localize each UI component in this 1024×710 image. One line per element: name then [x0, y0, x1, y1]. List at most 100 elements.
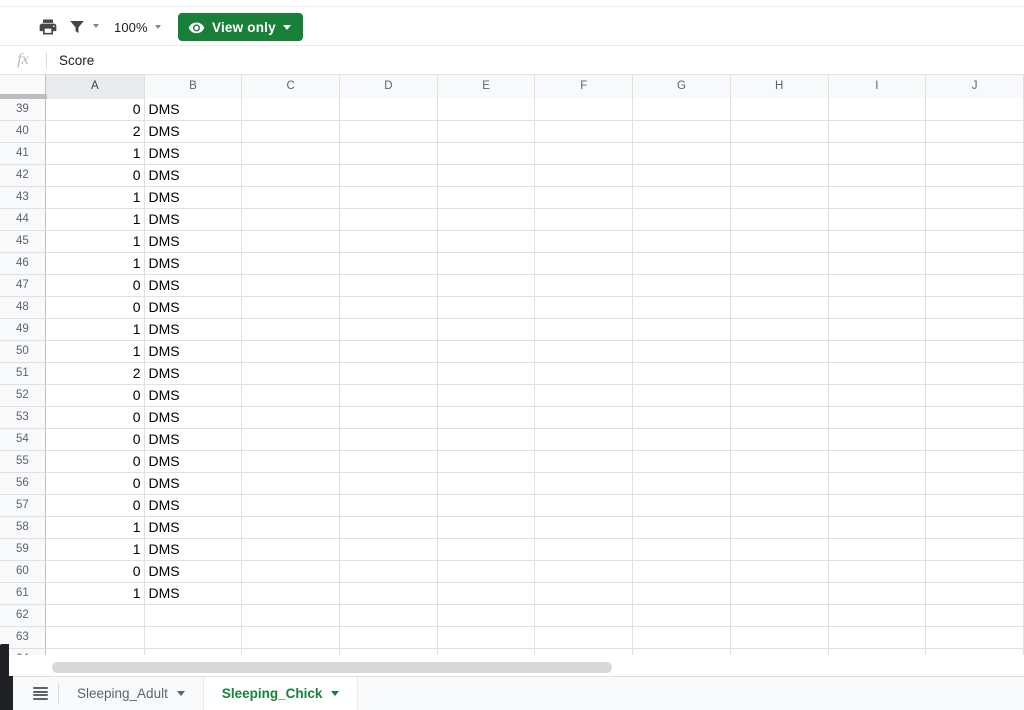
cell-H51[interactable]	[730, 363, 829, 385]
column-header-i[interactable]: I	[828, 75, 927, 99]
cell-F49[interactable]	[535, 319, 634, 341]
cell-E48[interactable]	[437, 297, 536, 319]
cell-E50[interactable]	[437, 341, 536, 363]
cell-E58[interactable]	[437, 517, 536, 539]
cell-B56[interactable]: DMS	[144, 473, 243, 495]
cell-H40[interactable]	[730, 121, 829, 143]
row-header-44[interactable]: 44	[0, 209, 46, 231]
cell-J57[interactable]	[926, 495, 1024, 517]
cell-F52[interactable]	[535, 385, 634, 407]
cell-J47[interactable]	[926, 275, 1024, 297]
cell-J64[interactable]	[926, 649, 1024, 655]
cell-E39[interactable]	[437, 99, 536, 121]
cell-D45[interactable]	[339, 231, 438, 253]
cell-E44[interactable]	[437, 209, 536, 231]
cell-H44[interactable]	[730, 209, 829, 231]
cell-I45[interactable]	[828, 231, 927, 253]
cell-D39[interactable]	[339, 99, 438, 121]
cell-C47[interactable]	[242, 275, 340, 297]
cell-D61[interactable]	[339, 583, 438, 605]
row-header-54[interactable]: 54	[0, 429, 46, 451]
cell-I51[interactable]	[828, 363, 927, 385]
cell-I56[interactable]	[828, 473, 927, 495]
cell-H60[interactable]	[730, 561, 829, 583]
zoom-selector[interactable]: 100%	[108, 13, 168, 41]
cell-D60[interactable]	[339, 561, 438, 583]
cell-D41[interactable]	[339, 143, 438, 165]
cell-J51[interactable]	[926, 363, 1024, 385]
filter-dropdown-caret-icon[interactable]	[89, 17, 103, 35]
cell-J58[interactable]	[926, 517, 1024, 539]
cell-F64[interactable]	[535, 649, 634, 655]
cell-J49[interactable]	[926, 319, 1024, 341]
cell-A57[interactable]: 0	[45, 495, 145, 517]
cell-A54[interactable]: 0	[45, 429, 145, 451]
cell-E47[interactable]	[437, 275, 536, 297]
row-header-49[interactable]: 49	[0, 319, 46, 341]
cell-G42[interactable]	[633, 165, 731, 187]
cell-I61[interactable]	[828, 583, 927, 605]
sheet-tab-sleeping_chick[interactable]: Sleeping_Chick	[203, 677, 359, 710]
cell-B46[interactable]: DMS	[144, 253, 243, 275]
cell-I53[interactable]	[828, 407, 927, 429]
cell-C52[interactable]	[242, 385, 340, 407]
cell-H45[interactable]	[730, 231, 829, 253]
cell-C59[interactable]	[242, 539, 340, 561]
cell-I43[interactable]	[828, 187, 927, 209]
cell-E40[interactable]	[437, 121, 536, 143]
cell-G56[interactable]	[633, 473, 731, 495]
cell-J60[interactable]	[926, 561, 1024, 583]
column-header-f[interactable]: F	[535, 75, 634, 99]
cell-F46[interactable]	[535, 253, 634, 275]
column-header-a[interactable]: A	[45, 75, 145, 99]
cell-H54[interactable]	[730, 429, 829, 451]
cell-B54[interactable]: DMS	[144, 429, 243, 451]
cell-F53[interactable]	[535, 407, 634, 429]
cell-I55[interactable]	[828, 451, 927, 473]
cell-H57[interactable]	[730, 495, 829, 517]
cell-H56[interactable]	[730, 473, 829, 495]
cell-G64[interactable]	[633, 649, 731, 655]
cell-J61[interactable]	[926, 583, 1024, 605]
cell-J59[interactable]	[926, 539, 1024, 561]
cell-D44[interactable]	[339, 209, 438, 231]
cell-D47[interactable]	[339, 275, 438, 297]
cell-I62[interactable]	[828, 605, 927, 627]
cell-C56[interactable]	[242, 473, 340, 495]
cell-J39[interactable]	[926, 99, 1024, 121]
print-icon[interactable]	[36, 13, 60, 41]
cell-C62[interactable]	[242, 605, 340, 627]
chevron-down-icon[interactable]	[331, 691, 340, 696]
cell-D40[interactable]	[339, 121, 438, 143]
cell-I63[interactable]	[828, 627, 927, 649]
cell-C61[interactable]	[242, 583, 340, 605]
cell-C44[interactable]	[242, 209, 340, 231]
cell-B61[interactable]: DMS	[144, 583, 243, 605]
cell-H43[interactable]	[730, 187, 829, 209]
row-header-50[interactable]: 50	[0, 341, 46, 363]
cell-E54[interactable]	[437, 429, 536, 451]
cell-D63[interactable]	[339, 627, 438, 649]
cell-H46[interactable]	[730, 253, 829, 275]
cell-A39[interactable]: 0	[45, 99, 145, 121]
cell-C64[interactable]	[242, 649, 340, 655]
cell-E52[interactable]	[437, 385, 536, 407]
cell-H63[interactable]	[730, 627, 829, 649]
horizontal-scrollbar-thumb[interactable]	[52, 662, 612, 673]
cell-C53[interactable]	[242, 407, 340, 429]
cell-H52[interactable]	[730, 385, 829, 407]
cell-I47[interactable]	[828, 275, 927, 297]
cell-A42[interactable]: 0	[45, 165, 145, 187]
cell-F56[interactable]	[535, 473, 634, 495]
column-header-e[interactable]: E	[437, 75, 536, 99]
cell-B51[interactable]: DMS	[144, 363, 243, 385]
cell-D42[interactable]	[339, 165, 438, 187]
cell-I46[interactable]	[828, 253, 927, 275]
cell-F41[interactable]	[535, 143, 634, 165]
cell-I50[interactable]	[828, 341, 927, 363]
cell-A51[interactable]: 2	[45, 363, 145, 385]
cell-E60[interactable]	[437, 561, 536, 583]
cell-C42[interactable]	[242, 165, 340, 187]
cell-C46[interactable]	[242, 253, 340, 275]
cell-F57[interactable]	[535, 495, 634, 517]
